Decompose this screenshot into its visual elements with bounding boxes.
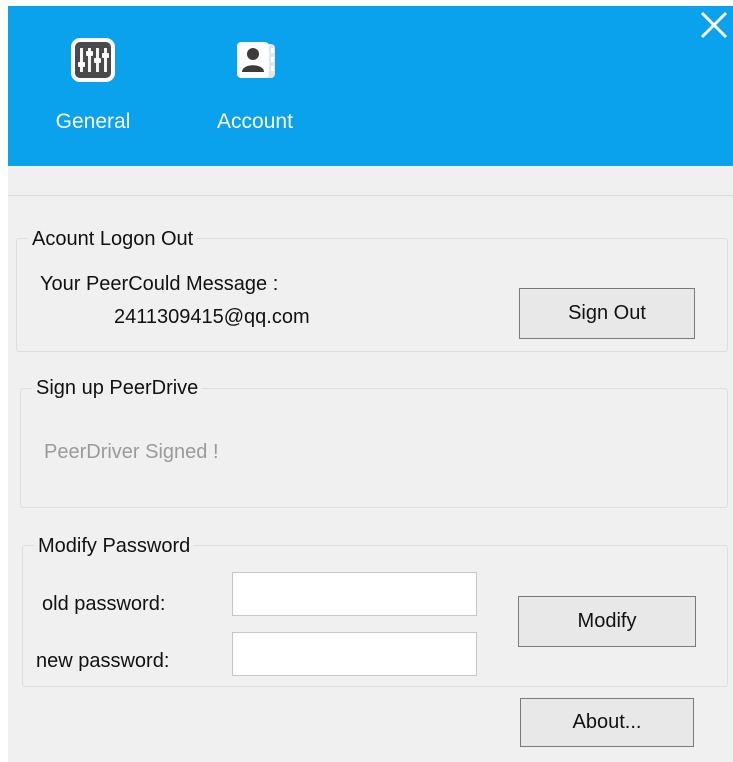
message-label: Your PeerCould Message :: [40, 273, 279, 295]
tab-account-label: Account: [217, 110, 293, 133]
contact-book-icon: [237, 42, 275, 78]
new-password-label: new password:: [36, 650, 170, 672]
modify-button[interactable]: Modify: [518, 596, 696, 647]
new-password-input[interactable]: [232, 632, 477, 676]
account-logon-title: Acount Logon Out: [28, 228, 198, 251]
modify-password-title: Modify Password: [34, 535, 195, 558]
header-bar: General Account: [8, 6, 733, 166]
settings-window: General Account Acount Logon Out Your Pe…: [8, 6, 733, 762]
header-divider: [8, 195, 733, 196]
tab-account[interactable]: Account: [200, 36, 310, 134]
tab-general-label: General: [55, 110, 131, 133]
signup-status: PeerDriver Signed !: [44, 441, 219, 463]
sliders-icon: [71, 38, 115, 82]
old-password-label: old password:: [42, 593, 166, 615]
close-icon[interactable]: [697, 8, 731, 42]
account-email: 2411309415@qq.com: [114, 306, 310, 328]
about-button[interactable]: About...: [520, 698, 694, 747]
signup-title: Sign up PeerDrive: [32, 377, 203, 400]
sign-out-button[interactable]: Sign Out: [519, 288, 695, 339]
tab-general[interactable]: General: [38, 36, 148, 134]
old-password-input[interactable]: [232, 572, 477, 616]
